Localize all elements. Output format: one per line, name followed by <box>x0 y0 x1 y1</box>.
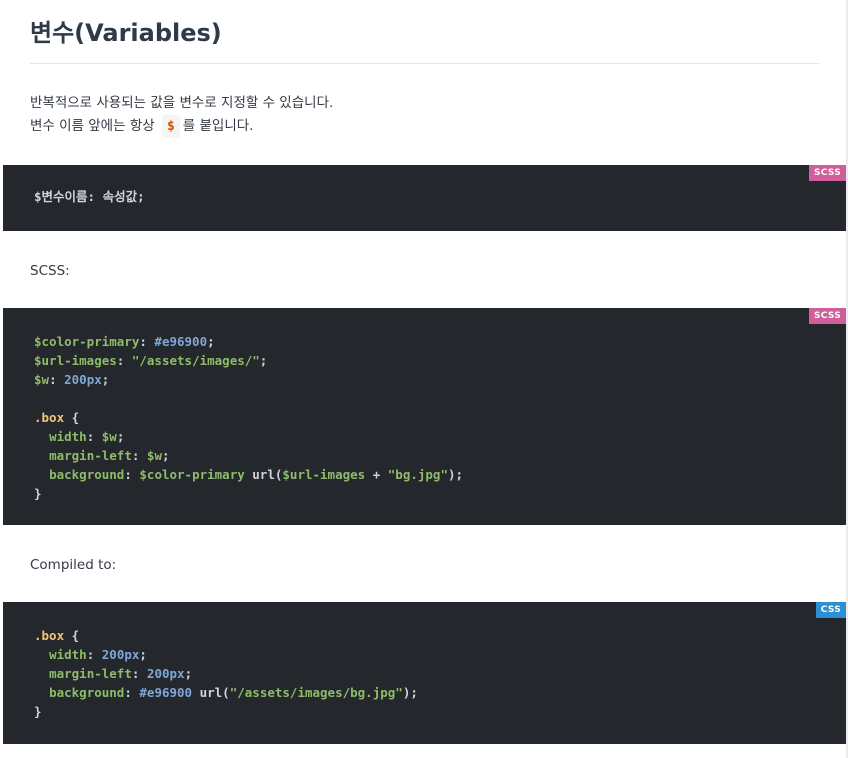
token-punct: : <box>124 685 140 700</box>
token-property: background <box>49 467 125 482</box>
token-punct: ; <box>139 647 147 662</box>
intro-paragraph: 반복적으로 사용되는 값을 변수로 지정할 수 있습니다. 변수 이름 앞에는 … <box>30 92 333 138</box>
token-punct: : <box>131 666 147 681</box>
token-punct: ; <box>101 372 110 387</box>
token-selector: .box <box>34 410 65 425</box>
page-title: 변수(Variables) <box>30 19 222 47</box>
token-property: margin-left <box>49 666 132 681</box>
token-value: 200px <box>64 372 102 387</box>
token-punct: ); <box>447 467 464 482</box>
token-value: #e96900 <box>139 685 193 700</box>
lang-badge-css: CSS <box>815 602 846 618</box>
code-syntax: $변수이름: 속성값; <box>34 187 846 206</box>
token-selector: .box <box>34 628 65 643</box>
token-property: width <box>49 647 87 662</box>
intro-line-2-before: 변수 이름 앞에는 항상 <box>30 118 155 134</box>
token-property: background <box>49 685 125 700</box>
token-punct: : <box>49 372 65 387</box>
token-punct: ; <box>116 429 125 444</box>
token-punct: ; <box>184 666 193 681</box>
token-operator: + <box>365 467 388 482</box>
token-punct: ; <box>207 334 215 349</box>
inline-code-dollar: $ <box>161 115 180 138</box>
token-punct: : <box>124 467 140 482</box>
scss-label: SCSS: <box>30 263 70 279</box>
compiled-label: Compiled to: <box>30 557 117 573</box>
token-punct: { <box>64 628 80 643</box>
token-string: "/assets/images/" <box>131 353 260 368</box>
token-value: 200px <box>101 647 140 662</box>
token-punct: ; <box>259 353 268 368</box>
token-punct: : <box>86 647 102 662</box>
token-value: #e96900 <box>154 334 208 349</box>
token-variable: $w <box>101 429 117 444</box>
lang-badge-scss: SCSS <box>808 165 846 181</box>
token-property: width <box>49 429 87 444</box>
token-property: margin-left <box>49 448 132 463</box>
token-punct: : <box>131 448 147 463</box>
token-function: url( <box>192 685 230 700</box>
token-string: "/assets/images/bg.jpg" <box>229 685 403 700</box>
token-punct: } <box>34 704 42 719</box>
code-block-scss[interactable]: SCSS $color-primary: #e96900; $url-image… <box>3 308 846 525</box>
token-function: url( <box>244 467 283 482</box>
intro-line-2: 변수 이름 앞에는 항상 $ 를 붙입니다. <box>30 115 333 138</box>
token-punct: ; <box>161 448 170 463</box>
token-punct: { <box>64 410 80 425</box>
code-scss: $color-primary: #e96900; $url-images: "/… <box>34 332 846 503</box>
code-line: $변수이름: 속성값; <box>34 189 145 204</box>
code-block-css[interactable]: CSS .box { width: 200px; margin-left: 20… <box>3 602 846 744</box>
token-variable: $url-images <box>34 353 117 368</box>
token-punct: } <box>34 486 42 501</box>
code-block-syntax[interactable]: SCSS $변수이름: 속성값; <box>3 165 846 231</box>
token-value: 200px <box>146 666 185 681</box>
lang-badge-scss: SCSS <box>808 308 846 324</box>
token-variable: $color-primary <box>139 467 245 482</box>
intro-line-2-after: 를 붙입니다. <box>182 118 254 134</box>
token-variable: $url-images <box>282 467 366 482</box>
token-punct: ); <box>402 685 418 700</box>
token-variable: $w <box>34 372 50 387</box>
token-punct: : <box>86 429 102 444</box>
token-variable: $w <box>146 448 162 463</box>
title-divider <box>30 63 819 64</box>
token-punct: : <box>139 334 155 349</box>
token-string: "bg.jpg" <box>387 467 448 482</box>
token-punct: : <box>116 353 132 368</box>
code-css: .box { width: 200px; margin-left: 200px;… <box>34 626 846 721</box>
intro-line-1: 반복적으로 사용되는 값을 변수로 지정할 수 있습니다. <box>30 95 334 111</box>
token-variable: $color-primary <box>34 334 140 349</box>
